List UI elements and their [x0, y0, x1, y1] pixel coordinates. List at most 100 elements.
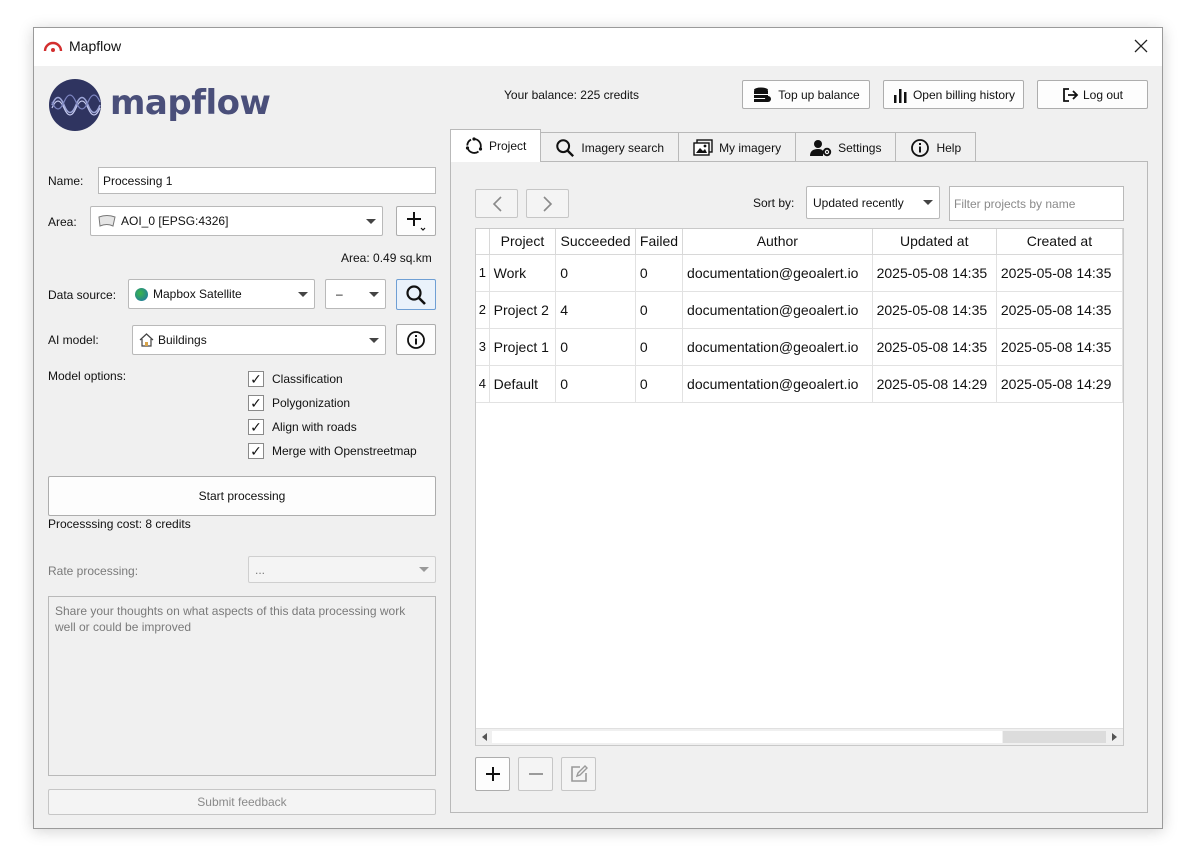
mapflow-logo-icon	[49, 79, 101, 131]
tab-help[interactable]: Help	[895, 132, 977, 162]
start-processing-button[interactable]: Start processing	[48, 476, 436, 516]
area-select[interactable]: AOI_0 [EPSG:4326]	[90, 206, 383, 236]
polygonization-checkbox[interactable]: ✓ Polygonization	[248, 395, 350, 411]
mapflow-window: Mapflow mapflow Your balance: 225 credit…	[33, 27, 1163, 829]
logout-button[interactable]: Log out	[1037, 80, 1148, 109]
billing-history-label: Open billing history	[912, 87, 1016, 102]
tab-help-label: Help	[936, 140, 962, 155]
chevron-down-icon	[298, 291, 308, 297]
sort-select[interactable]: Updated recently	[806, 186, 940, 219]
add-area-button[interactable]	[396, 206, 436, 236]
area-select-value: AOI_0 [EPSG:4326]	[121, 214, 229, 228]
scroll-left-icon[interactable]	[478, 730, 492, 744]
chevron-down-icon	[369, 337, 379, 343]
ai-model-value: Buildings	[158, 333, 207, 347]
scrollbar-thumb[interactable]	[492, 731, 1002, 743]
filter-projects-input[interactable]: Filter projects by name	[949, 186, 1124, 221]
column-header-author[interactable]: Author	[682, 229, 873, 255]
name-label: Name:	[48, 174, 84, 188]
edit-project-button[interactable]	[561, 757, 596, 791]
classification-checkbox[interactable]: ✓ Classification	[248, 371, 343, 387]
tab-my-imagery[interactable]: My imagery	[678, 132, 797, 162]
processing-cost-label: Processsing cost: 8 credits	[48, 517, 191, 531]
chevron-left-icon	[492, 195, 502, 212]
zoom-select[interactable]: –	[325, 279, 386, 309]
tab-project[interactable]: Project	[450, 129, 542, 162]
billing-history-button[interactable]: Open billing history	[883, 80, 1024, 109]
info-icon	[407, 330, 425, 349]
logo-text: mapflow	[110, 83, 271, 123]
house-icon	[139, 333, 154, 347]
project-cell: Project 1	[489, 328, 557, 366]
checkmark-icon: ✓	[248, 395, 264, 411]
user-settings-icon	[810, 139, 832, 156]
model-info-button[interactable]	[396, 324, 436, 355]
data-source-select[interactable]: Mapbox Satellite	[128, 279, 315, 309]
author-cell: documentation@geoalert.io	[682, 365, 873, 403]
globe-icon	[135, 287, 148, 301]
failed-cell: 0	[635, 328, 684, 366]
polygon-icon	[98, 215, 116, 227]
row-number: 3	[476, 328, 490, 366]
submit-feedback-button[interactable]: Submit feedback	[48, 789, 436, 815]
minus-icon	[528, 773, 543, 775]
prev-page-button[interactable]	[475, 189, 518, 218]
polygonization-label: Polygonization	[272, 396, 351, 410]
succeeded-cell: 4	[555, 291, 636, 329]
created-cell: 2025-05-08 14:29	[996, 365, 1123, 403]
start-processing-label: Start processing	[198, 489, 286, 503]
align-roads-checkbox[interactable]: ✓ Align with roads	[248, 419, 357, 435]
table-row[interactable]: 1 Work 0 0 documentation@geoalert.io 202…	[476, 254, 1123, 292]
rate-processing-select[interactable]: ...	[248, 556, 436, 583]
feedback-textarea[interactable]: Share your thoughts on what aspects of t…	[48, 596, 436, 776]
updated-cell: 2025-05-08 14:35	[872, 328, 997, 366]
align-roads-label: Align with roads	[272, 420, 357, 434]
scroll-right-icon[interactable]	[1107, 730, 1121, 744]
close-icon[interactable]	[1132, 37, 1150, 55]
column-header-succeeded[interactable]: Succeeded	[555, 229, 636, 255]
delete-project-button[interactable]	[518, 757, 553, 791]
tab-settings[interactable]: Settings	[795, 132, 897, 162]
project-cell: Project 2	[489, 291, 557, 329]
table-row[interactable]: 4 Default 0 0 documentation@geoalert.io …	[476, 365, 1123, 403]
window-title: Mapflow	[69, 38, 122, 54]
column-header-project[interactable]: Project	[489, 229, 557, 255]
plus-icon	[485, 767, 500, 781]
rate-processing-label: Rate processing:	[48, 564, 139, 578]
table-row[interactable]: 2 Project 2 4 0 documentation@geoalert.i…	[476, 291, 1123, 329]
model-options-label: Model options:	[48, 369, 127, 383]
merge-osm-checkbox[interactable]: ✓ Merge with Openstreetmap	[248, 443, 417, 459]
tab-imagery-search[interactable]: Imagery search	[540, 132, 680, 162]
ai-model-select[interactable]: Buildings	[132, 325, 386, 355]
created-cell: 2025-05-08 14:35	[996, 328, 1123, 366]
author-cell: documentation@geoalert.io	[682, 254, 873, 292]
author-cell: documentation@geoalert.io	[682, 328, 873, 366]
projects-table: Project Succeeded Failed Author Updated …	[475, 228, 1124, 746]
row-number: 1	[476, 254, 490, 292]
table-row[interactable]: 3 Project 1 0 0 documentation@geoalert.i…	[476, 328, 1123, 366]
title-bar: Mapflow	[34, 28, 1162, 66]
failed-cell: 0	[635, 291, 684, 329]
top-up-button[interactable]: Top up balance	[742, 80, 870, 109]
bar-chart-icon	[893, 88, 907, 103]
chevron-down-icon	[369, 291, 379, 297]
horizontal-scrollbar[interactable]	[476, 728, 1123, 745]
info-icon	[911, 138, 930, 157]
logout-label: Log out	[1082, 87, 1124, 102]
project-panel: Sort by: Updated recently Filter project…	[450, 161, 1148, 813]
search-imagery-button[interactable]	[396, 279, 436, 310]
column-header-created[interactable]: Created at	[996, 229, 1123, 255]
edit-icon	[570, 765, 588, 782]
scrollbar-track[interactable]	[1003, 731, 1106, 743]
created-cell: 2025-05-08 14:35	[996, 291, 1123, 329]
next-page-button[interactable]	[526, 189, 569, 218]
name-input[interactable]: Processing 1	[98, 167, 436, 194]
succeeded-cell: 0	[555, 328, 636, 366]
add-project-button[interactable]	[475, 757, 510, 791]
project-icon	[465, 137, 483, 154]
merge-osm-label: Merge with Openstreetmap	[272, 444, 417, 458]
column-header-updated[interactable]: Updated at	[872, 229, 997, 255]
column-header-failed[interactable]: Failed	[635, 229, 684, 255]
mapflow-app-icon	[43, 41, 63, 52]
search-icon	[406, 284, 426, 305]
